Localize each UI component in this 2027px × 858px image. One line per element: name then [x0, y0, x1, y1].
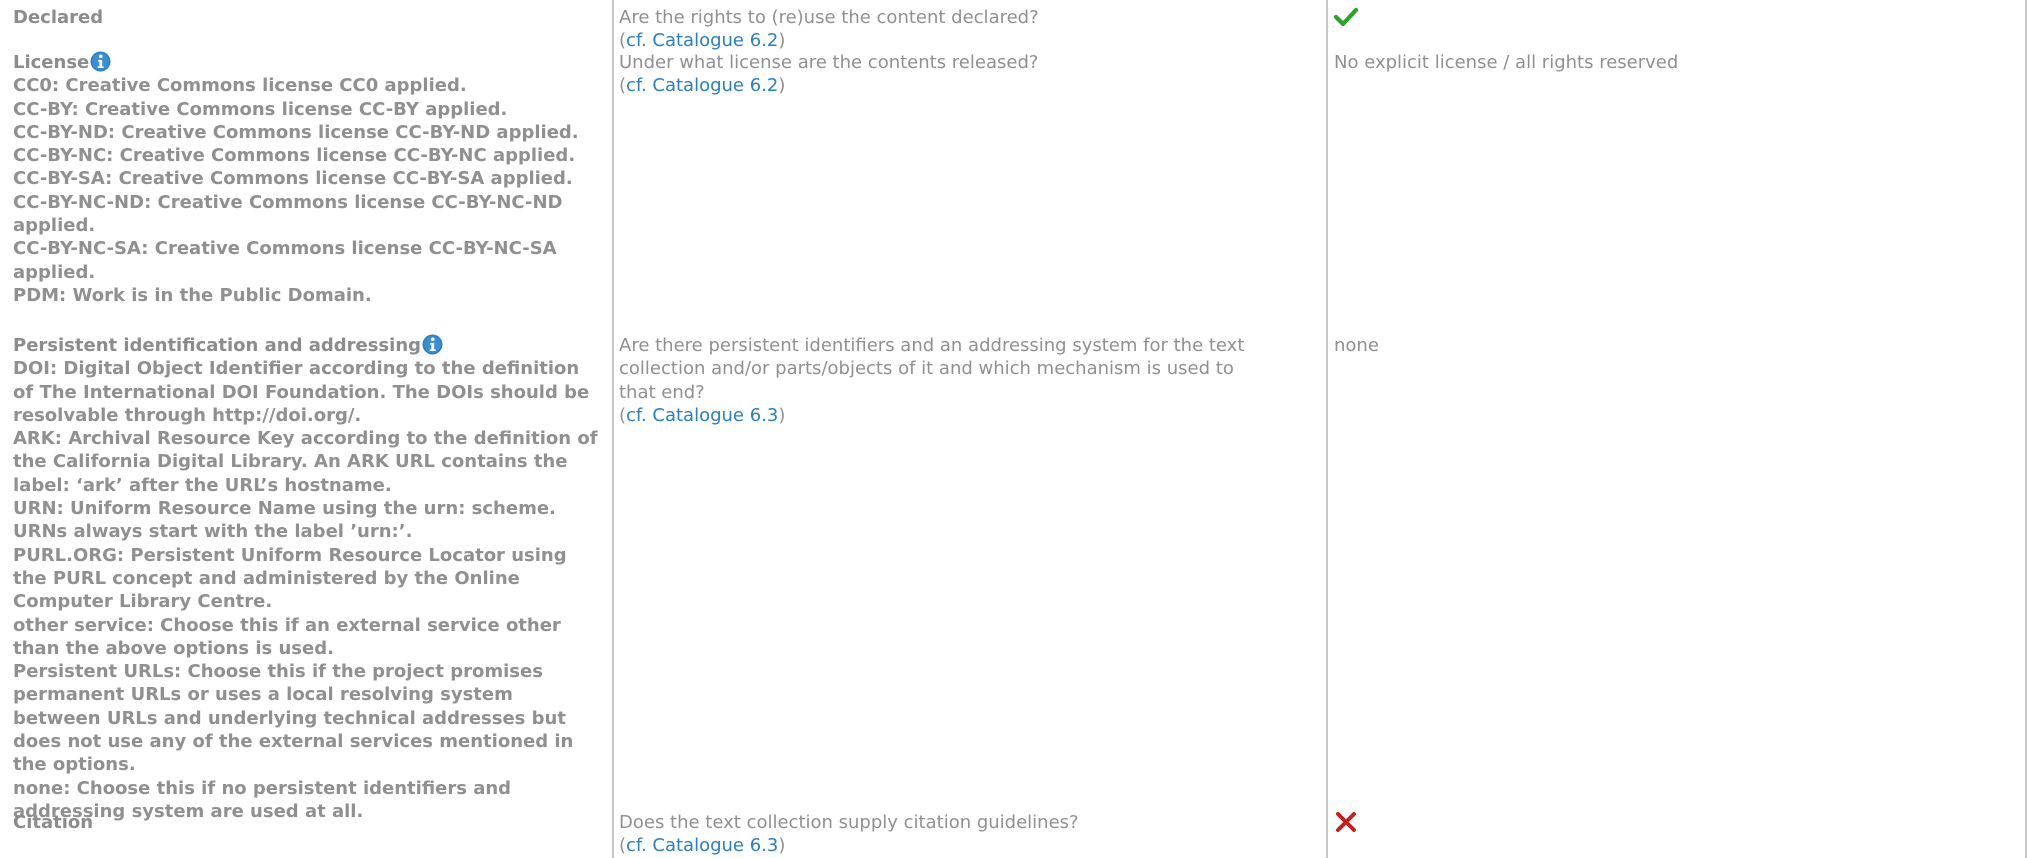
license-option: CC-BY-NC-SA: Creative Commons license CC…: [13, 238, 557, 283]
identifier-option: other service: Choose this if an externa…: [13, 614, 561, 659]
catalogue-link[interactable]: cf. Catalogue 6.3: [626, 405, 778, 426]
license-option: PDM: Work is in the Public Domain.: [13, 284, 372, 306]
criterion-value: No explicit license / all rights reserve…: [1334, 52, 1679, 73]
column-divider: [1326, 0, 1328, 858]
criterion-question: Are there persistent identifiers and an …: [619, 334, 1259, 427]
identifier-option: PURL.ORG: Persistent Uniform Resource Lo…: [13, 544, 567, 613]
license-option: CC-BY-NC: Creative Commons license CC-BY…: [13, 145, 576, 167]
criterion-question: Does the text collection supply citation…: [619, 811, 1269, 858]
info-icon[interactable]: [90, 51, 111, 72]
criterion-label: Citation: [13, 812, 94, 833]
catalogue-reference: (cf. Catalogue 6.2): [619, 75, 786, 97]
check-icon: [1334, 7, 1358, 27]
criterion-label: Persistent identification and addressing…: [13, 334, 603, 823]
criterion-value: none: [1334, 335, 1379, 356]
license-option: CC-BY-NC-ND: Creative Commons license CC…: [13, 191, 563, 237]
criterion-question: Are the rights to (re)use the content de…: [619, 6, 1269, 53]
catalogue-link[interactable]: cf. Catalogue 6.2: [626, 75, 778, 96]
criterion-label: License CC0: Creative Commons license CC…: [13, 51, 613, 307]
question-text: Under what license are the contents rele…: [619, 52, 1039, 73]
license-option: CC-BY: Creative Commons license CC-BY ap…: [13, 98, 508, 120]
catalogue-reference: (cf. Catalogue 6.2): [619, 30, 786, 52]
license-option: CC-BY-SA: Creative Commons license CC-BY…: [13, 168, 573, 190]
info-icon[interactable]: [422, 334, 443, 355]
question-text: Are there persistent identifiers and an …: [619, 335, 1245, 403]
identifier-option: DOI: Digital Object Identifier according…: [13, 358, 590, 426]
identifier-option: Persistent URLs: Choose this if the proj…: [13, 661, 574, 776]
catalogue-reference: (cf. Catalogue 6.3): [619, 404, 786, 426]
criterion-value: [1334, 811, 2014, 839]
catalogue-link[interactable]: cf. Catalogue 6.2: [626, 30, 778, 51]
license-option: CC-BY-ND: Creative Commons license CC-BY…: [13, 121, 579, 143]
criterion-value: [1334, 6, 2014, 34]
question-text: Are the rights to (re)use the content de…: [619, 7, 1039, 28]
catalogue-reference: (cf. Catalogue 6.3): [619, 835, 786, 857]
question-text: Does the text collection supply citation…: [619, 812, 1079, 833]
identifier-option: URN: Uniform Resource Name using the urn…: [13, 498, 556, 543]
cross-icon: [1336, 812, 1356, 832]
criterion-question: Under what license are the contents rele…: [619, 51, 1269, 98]
identifier-option: ARK: Archival Resource Key according to …: [13, 428, 598, 496]
license-option: CC0: Creative Commons license CC0 applie…: [13, 75, 467, 97]
catalogue-link[interactable]: cf. Catalogue 6.3: [626, 835, 778, 856]
criterion-label: Declared: [13, 7, 104, 28]
